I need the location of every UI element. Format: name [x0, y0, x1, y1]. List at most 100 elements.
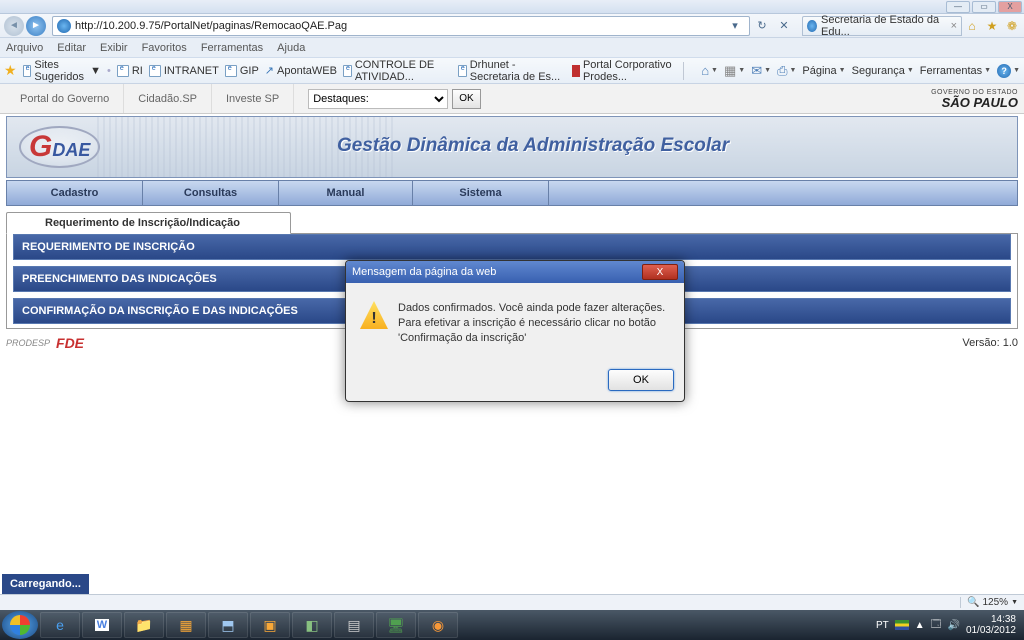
page-icon [23, 65, 32, 77]
toolbar-feeds-icon[interactable]: ▦▼ [724, 63, 745, 79]
toolbar-ferramentas[interactable]: Ferramentas ▼ [920, 65, 991, 77]
taskbar-app4[interactable]: ◧ [292, 612, 332, 638]
fav-star-icon[interactable]: ★ [4, 62, 17, 79]
menu-cadastro[interactable]: Cadastro [7, 181, 143, 205]
address-bar-row: ◄ ► ▾ ↻ ✕ Secretaria de Estado da Edu...… [0, 14, 1024, 38]
fav-label: Portal Corporativo Prodes... [583, 59, 677, 83]
window-maximize-button[interactable]: ▭ [972, 1, 996, 13]
window-close-button[interactable]: X [998, 1, 1022, 13]
tray-date: 01/03/2012 [966, 625, 1016, 636]
sp-gov-logo: GOVERNO DO ESTADO SÃO PAULO [931, 89, 1018, 109]
page-icon [149, 65, 161, 77]
fav-label: INTRANET [164, 65, 219, 77]
portal-top-bar: Portal do Governo Cidadão.SP Investe SP … [0, 84, 1024, 114]
dialog-ok-button[interactable]: OK [608, 369, 674, 391]
toolbar-help[interactable]: ?▼ [997, 64, 1020, 78]
nav-back-button[interactable]: ◄ [4, 16, 24, 36]
link-portal-governo[interactable]: Portal do Governo [6, 84, 124, 113]
link-investe-sp[interactable]: Investe SP [212, 84, 294, 113]
taskbar-app1[interactable]: ▦ [166, 612, 206, 638]
subtab-requerimento[interactable]: Requerimento de Inscrição/Indicação [6, 212, 291, 234]
toolbar-mail-icon[interactable]: ✉▼ [751, 63, 771, 79]
refresh-button[interactable]: ↻ [752, 17, 772, 35]
toolbar-home-icon[interactable]: ⌂▼ [701, 63, 718, 78]
tray-sound-icon[interactable]: 🔊 [947, 620, 959, 631]
tray-icon[interactable]: ▲ [915, 620, 925, 631]
fav-drhunet[interactable]: Drhunet - Secretaria de Es... [458, 59, 566, 83]
zoom-value: 125% [982, 597, 1008, 608]
stop-button[interactable]: ✕ [774, 17, 794, 35]
fav-sites-sugeridos[interactable]: Sites Sugeridos ▼ [23, 59, 101, 83]
toolbar-label: Página [802, 65, 836, 77]
toolbar-print-icon[interactable]: ⎙▼ [777, 63, 796, 79]
tray-clock[interactable]: 14:38 01/03/2012 [966, 614, 1016, 636]
fav-label: Drhunet - Secretaria de Es... [470, 59, 566, 83]
taskbar-app6[interactable]: ◉ [418, 612, 458, 638]
windows-taskbar: e W 📁 ▦ ⬒ ▣ ◧ ▤ 🖥 ◉ PT ▲ 🗔 🔊 14:38 01/03… [0, 610, 1024, 640]
taskbar-word[interactable]: W [82, 612, 122, 638]
dialog-titlebar[interactable]: Mensagem da página da web X [346, 261, 684, 283]
window-minimize-button[interactable]: — [946, 1, 970, 13]
tools-gear-icon[interactable]: ❁ [1004, 18, 1020, 34]
favorites-bar: ★ Sites Sugeridos ▼ • RI INTRANET GIP ↗A… [0, 58, 1024, 84]
destaques-select[interactable]: Destaques: [308, 89, 448, 109]
toolbar-seguranca[interactable]: Segurança ▼ [852, 65, 914, 77]
menu-exibir[interactable]: Exibir [100, 42, 128, 54]
fav-gip[interactable]: GIP [225, 65, 259, 77]
menu-ferramentas[interactable]: Ferramentas [201, 42, 263, 54]
square-icon [572, 65, 580, 77]
zoom-control[interactable]: 🔍 125% ▼ [960, 597, 1018, 608]
system-tray[interactable]: PT ▲ 🗔 🔊 14:38 01/03/2012 [876, 614, 1022, 636]
browser-tab[interactable]: Secretaria de Estado da Edu... × [802, 16, 962, 36]
fav-intranet[interactable]: INTRANET [149, 65, 219, 77]
gdae-logo: GDAE [19, 126, 100, 168]
loading-indicator: Carregando... [2, 574, 89, 594]
url-input[interactable] [75, 20, 725, 32]
destaques-ok-button[interactable]: OK [452, 89, 480, 109]
taskbar-app5[interactable]: 🖥 [376, 612, 416, 638]
banner-title: Gestão Dinâmica da Administração Escolar [337, 135, 729, 157]
fav-label: CONTROLE DE ATIVIDAD... [355, 59, 452, 83]
page-icon [117, 65, 129, 77]
menu-sistema[interactable]: Sistema [413, 181, 549, 205]
taskbar-calc[interactable]: ▤ [334, 612, 374, 638]
menu-editar[interactable]: Editar [57, 42, 86, 54]
zoom-icon: 🔍 [967, 597, 979, 608]
tab-favicon [807, 20, 817, 32]
tray-lang[interactable]: PT [876, 620, 889, 631]
toolbar-label: Ferramentas [920, 65, 982, 77]
gdae-banner: GDAE Gestão Dinâmica da Administração Es… [6, 116, 1018, 178]
fav-apontaweb[interactable]: ↗ApontaWEB [265, 64, 337, 77]
address-box[interactable]: ▾ [52, 16, 750, 36]
home-icon[interactable]: ⌂ [964, 18, 980, 34]
start-button[interactable] [2, 611, 38, 639]
warning-icon: ! [360, 301, 388, 329]
menu-arquivo[interactable]: Arquivo [6, 42, 43, 54]
page-icon [343, 65, 352, 77]
menu-ajuda[interactable]: Ajuda [277, 42, 305, 54]
menu-consultas[interactable]: Consultas [143, 181, 279, 205]
taskbar-ie[interactable]: e [40, 612, 80, 638]
fav-portal[interactable]: Portal Corporativo Prodes... [572, 59, 677, 83]
dialog-close-button[interactable]: X [642, 264, 678, 280]
link-cidadao-sp[interactable]: Cidadão.SP [124, 84, 212, 113]
toolbar-pagina[interactable]: Página ▼ [802, 65, 845, 77]
taskbar-app3[interactable]: ▣ [250, 612, 290, 638]
menu-favoritos[interactable]: Favoritos [142, 42, 187, 54]
subtab-row: Requerimento de Inscrição/Indicação [6, 212, 1018, 234]
main-menu: Cadastro Consultas Manual Sistema [6, 180, 1018, 206]
favorites-star-icon[interactable]: ★ [984, 18, 1000, 34]
nav-forward-button[interactable]: ► [26, 16, 46, 36]
taskbar-app2[interactable]: ⬒ [208, 612, 248, 638]
tab-close-button[interactable]: × [951, 20, 957, 32]
fav-controle[interactable]: CONTROLE DE ATIVIDAD... [343, 59, 452, 83]
tray-network-icon[interactable]: 🗔 [931, 617, 942, 634]
fav-ri[interactable]: RI [117, 65, 143, 77]
address-dropdown-icon[interactable]: ▾ [725, 17, 745, 35]
menu-manual[interactable]: Manual [279, 181, 413, 205]
section-requerimento[interactable]: REQUERIMENTO DE INSCRIÇÃO [13, 234, 1011, 260]
fav-label: ApontaWEB [277, 65, 337, 77]
taskbar-explorer[interactable]: 📁 [124, 612, 164, 638]
chevron-down-icon: ▼ [1011, 599, 1018, 606]
browser-menubar: Arquivo Editar Exibir Favoritos Ferramen… [0, 38, 1024, 58]
